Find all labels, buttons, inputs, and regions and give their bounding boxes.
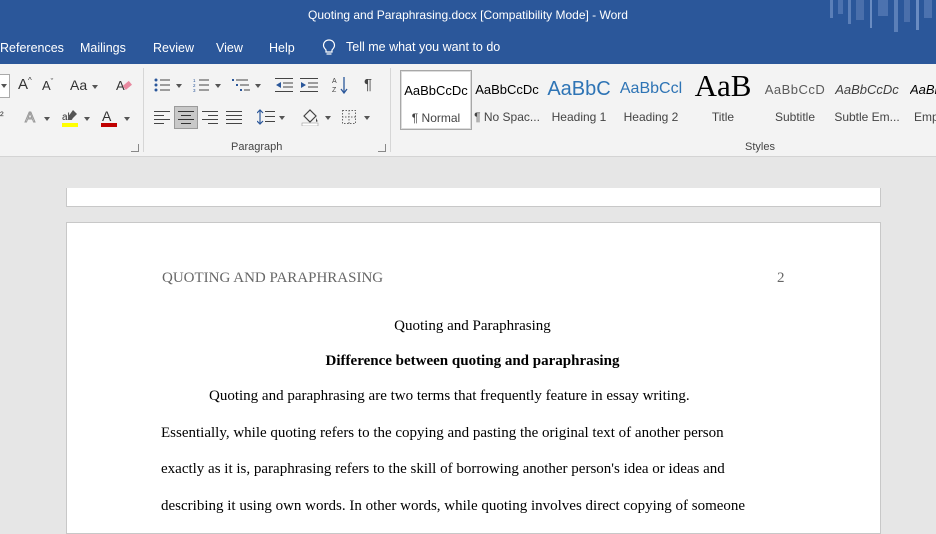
ribbon: A^ Aˇ Aa A ² A ab A 1 2 3 A Z ¶ Paragrap… xyxy=(0,64,936,157)
document-page[interactable] xyxy=(66,222,881,534)
change-case-label: Aa xyxy=(70,77,88,93)
align-left-icon[interactable] xyxy=(154,111,170,124)
grow-font-icon: A^ xyxy=(18,76,32,93)
document-title: Quoting and Paraphrasing xyxy=(394,318,551,334)
align-center-button[interactable] xyxy=(174,106,198,129)
tab-mailings[interactable]: Mailings xyxy=(80,41,126,55)
style-label: Heading 1 xyxy=(551,110,607,124)
style-no-spacing[interactable]: AaBbCcDc ¶ No Spac... xyxy=(472,70,542,128)
style-emphasis[interactable]: AaBl Emp xyxy=(904,70,936,128)
font-color-icon[interactable]: A xyxy=(100,108,118,128)
shading-icon[interactable] xyxy=(301,108,319,126)
align-center-icon xyxy=(178,111,194,124)
bullets-icon[interactable] xyxy=(154,78,170,92)
svg-text:A: A xyxy=(25,109,35,126)
sort-icon[interactable]: A Z xyxy=(332,76,348,94)
chevron-down-icon xyxy=(92,85,98,89)
style-normal[interactable]: AaBbCcDc ¶ Normal xyxy=(400,70,472,130)
style-label: Subtle Em... xyxy=(834,110,900,124)
borders-icon[interactable] xyxy=(342,110,356,124)
justify-icon[interactable] xyxy=(226,111,242,124)
style-label: ¶ Normal xyxy=(411,111,461,125)
menu-bar: References Mailings Review View Help Tel… xyxy=(0,32,936,64)
running-head: QUOTING AND PARAPHRASING xyxy=(162,270,384,286)
line-spacing-icon[interactable] xyxy=(257,109,275,125)
style-preview: AaB xyxy=(694,68,752,103)
style-preview: AaBbCcD xyxy=(764,82,826,97)
tell-me-label: Tell me what you want to do xyxy=(346,39,501,54)
section-heading: Difference between quoting and paraphras… xyxy=(325,353,620,369)
paragraph-dialog-launcher-icon[interactable] xyxy=(378,144,386,152)
highlighter-icon[interactable]: ab xyxy=(61,108,79,128)
chevron-down-icon xyxy=(215,84,221,88)
style-label: Heading 2 xyxy=(623,110,679,124)
show-formatting-marks-icon[interactable]: ¶ xyxy=(364,76,372,93)
tab-view[interactable]: View xyxy=(216,41,243,55)
style-preview: AaBbC xyxy=(547,78,611,100)
svg-text:A: A xyxy=(332,78,337,85)
window-title: Quoting and Paraphrasing.docx [Compatibi… xyxy=(308,8,628,22)
style-label: ¶ No Spac... xyxy=(474,110,540,124)
paragraph-group-label: Paragraph xyxy=(231,141,283,153)
styles-group-label: Styles xyxy=(745,141,775,153)
page-number: 2 xyxy=(777,270,785,286)
chevron-down-icon xyxy=(84,117,90,121)
lightbulb-icon xyxy=(322,39,336,55)
chevron-down-icon xyxy=(176,84,182,88)
styles-gallery: AaBbCcDc ¶ Normal AaBbCcDc ¶ No Spac... … xyxy=(399,68,936,130)
grow-font-button[interactable]: A^ xyxy=(18,76,32,93)
style-title[interactable]: AaB Title xyxy=(688,68,758,128)
chevron-down-icon xyxy=(44,117,50,121)
body-line: Quoting and paraphrasing are two terms t… xyxy=(209,388,690,404)
body-line: describing it using own words. In other … xyxy=(161,498,746,514)
title-bar: Quoting and Paraphrasing.docx [Compatibi… xyxy=(0,0,936,32)
superscript-icon[interactable]: ² xyxy=(0,110,4,122)
style-subtle-emphasis[interactable]: AaBbCcDc Subtle Em... xyxy=(832,70,902,128)
shrink-font-button[interactable]: Aˇ xyxy=(42,78,53,93)
font-dialog-launcher-icon[interactable] xyxy=(131,144,139,152)
align-right-icon[interactable] xyxy=(202,111,218,124)
title-bar-pattern xyxy=(830,0,932,32)
body-line: Essentially, while quoting refers to the… xyxy=(161,425,724,441)
tab-help[interactable]: Help xyxy=(269,41,295,55)
style-subtitle[interactable]: AaBbCcD Subtitle xyxy=(760,70,830,128)
style-heading-2[interactable]: AaBbCcl Heading 2 xyxy=(616,70,686,128)
decrease-indent-icon[interactable] xyxy=(275,78,293,92)
group-divider xyxy=(143,68,144,152)
body-line: exactly as it is, paraphrasing refers to… xyxy=(161,461,725,477)
chevron-down-icon xyxy=(1,84,7,88)
style-heading-1[interactable]: AaBbC Heading 1 xyxy=(544,70,614,128)
chevron-down-icon xyxy=(255,84,261,88)
style-preview: AaBbCcDc xyxy=(475,82,539,97)
tell-me-search[interactable]: Tell me what you want to do xyxy=(322,39,500,56)
previous-page-bottom xyxy=(66,188,881,207)
font-size-dropdown[interactable] xyxy=(0,74,10,98)
tab-review[interactable]: Review xyxy=(153,41,194,55)
chevron-down-icon xyxy=(364,116,370,120)
numbering-icon[interactable]: 1 2 3 xyxy=(193,78,209,92)
style-label: Subtitle xyxy=(774,110,816,124)
shrink-font-icon: Aˇ xyxy=(42,78,54,94)
style-preview: AaBl xyxy=(910,82,936,97)
clear-formatting-icon[interactable]: A xyxy=(116,77,134,93)
chevron-down-icon xyxy=(325,116,331,120)
svg-text:3: 3 xyxy=(193,88,196,92)
change-case-button[interactable]: Aa xyxy=(70,77,87,93)
svg-text:A: A xyxy=(102,108,112,124)
chevron-down-icon xyxy=(124,117,130,121)
style-preview: AaBbCcDc xyxy=(404,83,468,98)
style-preview: AaBbCcl xyxy=(619,80,683,97)
group-divider xyxy=(390,68,391,152)
style-label: Title xyxy=(711,110,735,124)
tab-references[interactable]: References xyxy=(0,41,64,55)
chevron-down-icon xyxy=(279,116,285,120)
svg-text:Z: Z xyxy=(332,87,337,94)
style-preview: AaBbCcDc xyxy=(835,82,899,97)
multilevel-list-icon[interactable] xyxy=(232,78,250,92)
style-label: Emp xyxy=(914,110,936,124)
increase-indent-icon[interactable] xyxy=(300,78,318,92)
text-effects-icon[interactable]: A xyxy=(24,108,40,127)
